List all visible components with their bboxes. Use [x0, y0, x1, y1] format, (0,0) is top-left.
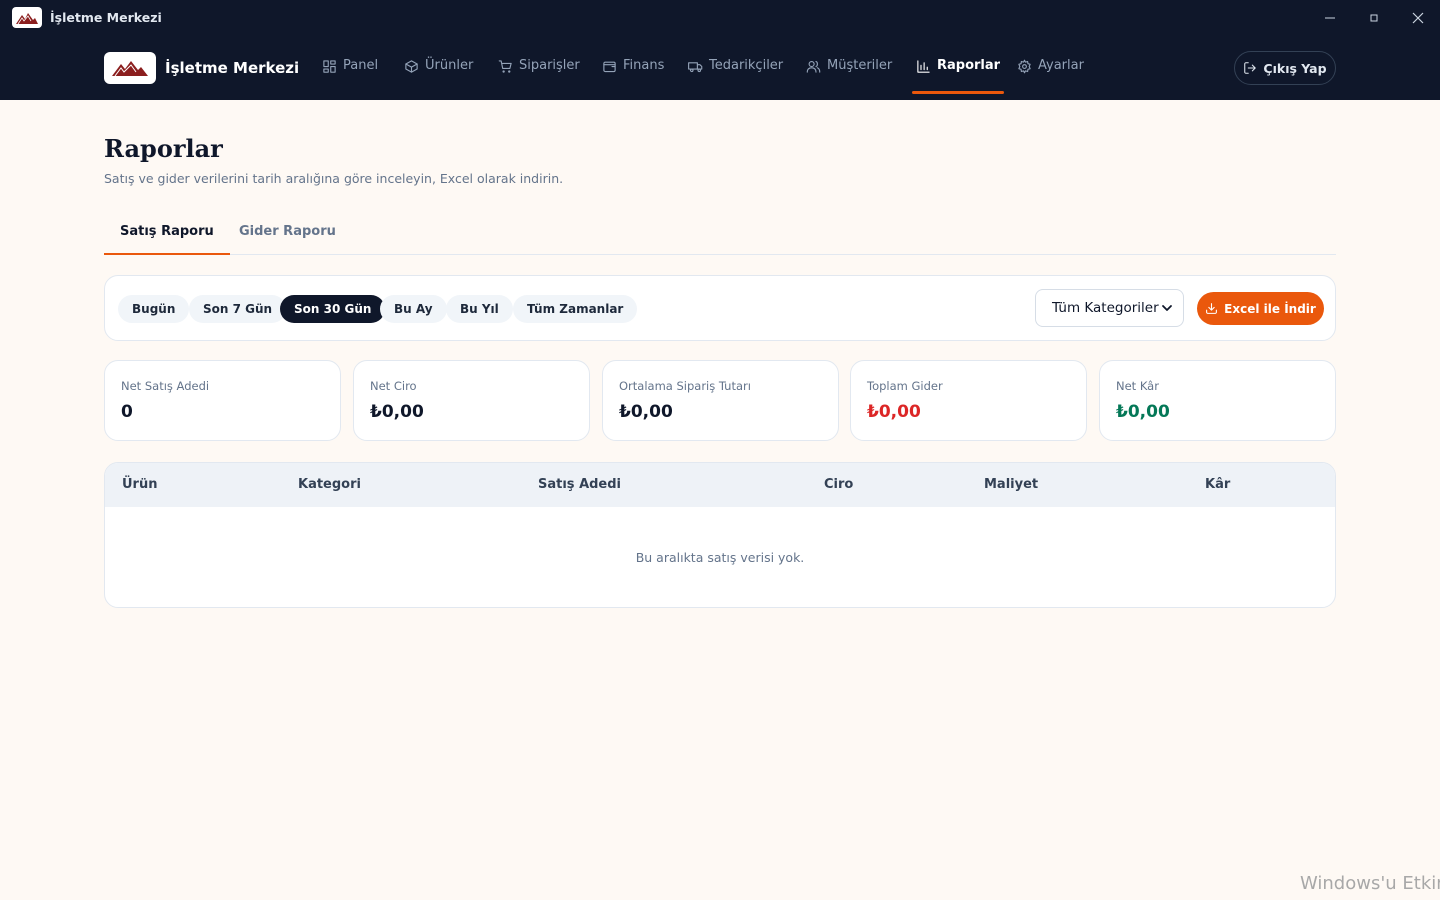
column-header-satis-adedi[interactable]: Satış Adedi — [538, 477, 621, 492]
stat-card-toplam-gider: Toplam Gider ₺0,00 — [850, 360, 1087, 441]
stat-label: Net Kâr — [1116, 379, 1159, 393]
column-header-ciro[interactable]: Ciro — [824, 477, 853, 492]
stat-label: Net Satış Adedi — [121, 379, 210, 393]
wallet-icon — [603, 61, 616, 73]
stat-value: ₺0,00 — [1116, 402, 1170, 422]
range-pill-bu-yil[interactable]: Bu Yıl — [446, 295, 513, 323]
window-title: İşletme Merkezi — [50, 10, 162, 25]
page-title: Raporlar — [104, 134, 223, 163]
truck-icon — [688, 62, 703, 73]
range-pill-bugun[interactable]: Bugün — [118, 295, 190, 323]
nav-item-finans[interactable]: Finans — [602, 58, 664, 94]
maximize-icon[interactable] — [1362, 6, 1386, 30]
logout-button[interactable]: Çıkış Yap — [1234, 51, 1336, 85]
stat-value: 0 — [121, 402, 133, 422]
cart-icon — [498, 60, 512, 73]
nav-label: Müşteriler — [827, 58, 893, 73]
empty-state-text: Bu aralıkta satış verisi yok. — [635, 550, 805, 565]
download-icon — [1206, 303, 1218, 314]
column-header-maliyet[interactable]: Maliyet — [984, 477, 1038, 492]
close-icon[interactable] — [1406, 6, 1430, 30]
excel-download-button[interactable]: Excel ile İndir — [1197, 292, 1324, 325]
nav-label: Siparişler — [519, 58, 580, 73]
stat-card-net-kar: Net Kâr ₺0,00 — [1099, 360, 1336, 441]
nav-label: Ayarlar — [1038, 58, 1084, 73]
nav-label: Tedarikçiler — [709, 58, 784, 73]
users-icon — [806, 60, 821, 73]
stat-card-net-satis-adedi: Net Satış Adedi 0 — [104, 360, 341, 441]
excel-download-label: Excel ile İndir — [1224, 301, 1316, 316]
stat-value: ₺0,00 — [370, 402, 424, 422]
tab-satis-raporu[interactable]: Satış Raporu — [104, 216, 230, 255]
range-pill-tum-zamanlar[interactable]: Tüm Zamanlar — [513, 295, 638, 323]
logout-label: Çıkış Yap — [1263, 60, 1327, 76]
app-logo-icon — [12, 7, 42, 28]
nav-item-tedarikciler[interactable]: Tedarikçiler — [688, 58, 783, 94]
bar-chart-icon — [917, 60, 930, 73]
brand-logo-icon — [104, 52, 156, 84]
column-header-kategori[interactable]: Kategori — [298, 477, 361, 492]
nav-item-musteriler[interactable]: Müşteriler — [806, 58, 892, 94]
range-pill-bu-ay[interactable]: Bu Ay — [380, 295, 447, 323]
stat-label: Net Ciro — [370, 379, 417, 393]
table-header: Ürün Kategori Satış Adedi Ciro Maliyet K… — [105, 463, 1335, 507]
category-select[interactable]: Tüm Kategoriler — [1035, 289, 1184, 327]
range-pill-son-30-gun[interactable]: Son 30 Gün — [280, 295, 386, 323]
box-icon — [405, 60, 418, 73]
nav-label: Finans — [623, 58, 665, 73]
nav-label: Panel — [343, 58, 379, 73]
tab-gider-raporu[interactable]: Gider Raporu — [223, 216, 352, 255]
brand-name: İşletme Merkezi — [165, 59, 300, 77]
nav-item-siparisler[interactable]: Siparişler — [498, 58, 580, 94]
stat-card-net-ciro: Net Ciro ₺0,00 — [353, 360, 590, 441]
activation-watermark: Windows'u Etkin — [1300, 873, 1440, 894]
stat-label: Toplam Gider — [867, 379, 943, 393]
chevron-down-icon — [1162, 305, 1172, 311]
nav-label: Raporlar — [937, 58, 1001, 73]
range-pill-son-7-gun[interactable]: Son 7 Gün — [189, 295, 287, 323]
stat-value: ₺0,00 — [867, 402, 921, 422]
column-header-urun[interactable]: Ürün — [122, 477, 157, 492]
nav-item-panel[interactable]: Panel — [322, 58, 378, 94]
brand[interactable]: İşletme Merkezi — [104, 52, 299, 84]
nav-item-urunler[interactable]: Ürünler — [404, 58, 473, 94]
minimize-icon[interactable] — [1318, 6, 1342, 30]
category-select-value: Tüm Kategoriler — [1052, 300, 1159, 316]
nav-label: Ürünler — [425, 58, 474, 73]
nav-item-raporlar[interactable]: Raporlar — [911, 58, 1005, 94]
gear-icon — [1018, 59, 1031, 74]
page-subtitle: Satış ve gider verilerini tarih aralığın… — [104, 171, 564, 186]
filter-bar: Bugün Son 7 Gün Son 30 Gün Bu Ay Bu Yıl … — [104, 275, 1336, 341]
sales-table: Ürün Kategori Satış Adedi Ciro Maliyet K… — [104, 462, 1336, 608]
top-navbar: İşletme Merkezi Panel Ürünler Siparişler… — [0, 36, 1440, 100]
logout-icon — [1244, 62, 1257, 74]
stat-value: ₺0,00 — [619, 402, 673, 422]
stat-card-ortalama-siparis: Ortalama Sipariş Tutarı ₺0,00 — [602, 360, 839, 441]
report-tabs: Satış Raporu Gider Raporu — [104, 216, 1336, 255]
nav-item-ayarlar[interactable]: Ayarlar — [1017, 58, 1084, 94]
column-header-kar[interactable]: Kâr — [1205, 477, 1230, 492]
window-titlebar: İşletme Merkezi — [0, 0, 1440, 36]
stat-label: Ortalama Sipariş Tutarı — [619, 379, 751, 393]
grid-icon — [323, 60, 336, 73]
